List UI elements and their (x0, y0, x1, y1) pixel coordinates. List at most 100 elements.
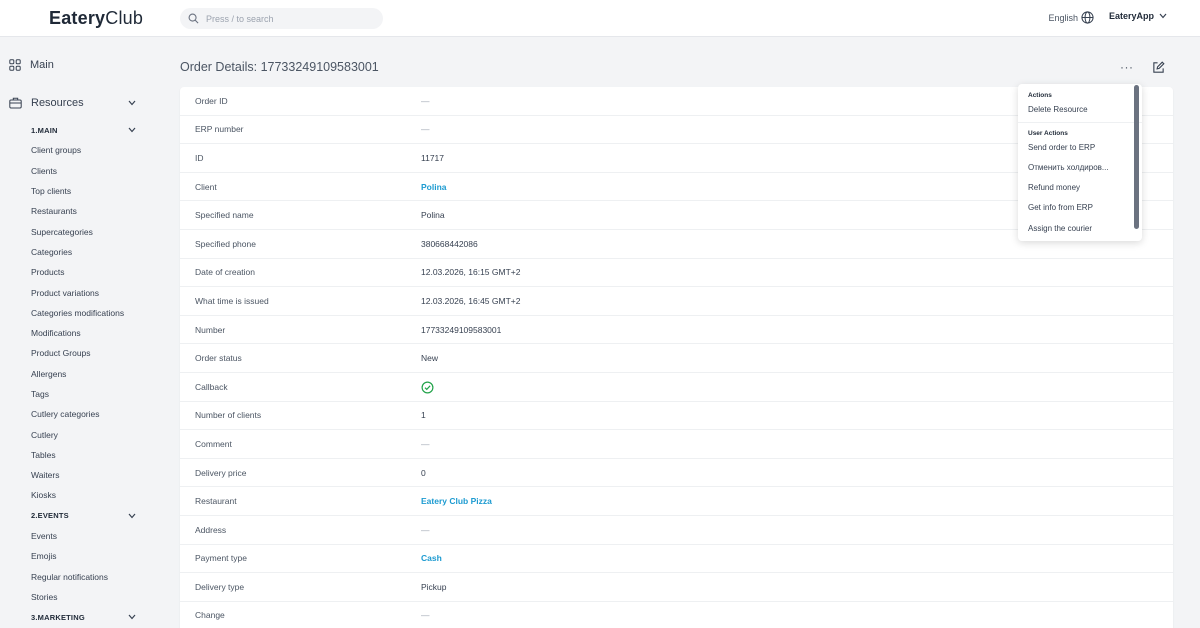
dropdown-menu-item[interactable]: Send order to ERP (1018, 137, 1142, 157)
field-label: Date of creation (195, 267, 256, 278)
logo-bold-text: Eatery (49, 8, 106, 28)
dropdown-menu-item[interactable]: Assign the courier (1018, 218, 1142, 238)
sidebar-item[interactable]: Cutlery (31, 424, 136, 444)
field-label: Specified name (195, 210, 254, 221)
sidebar-item-label: Allergens (31, 368, 67, 379)
sidebar-item-label: Product Groups (31, 348, 91, 359)
language-selector[interactable]: English (1048, 11, 1094, 24)
sidebar-item-resources[interactable]: Resources (9, 97, 136, 109)
chevron-down-icon (128, 100, 136, 106)
sidebar-item-label: Categories modifications (31, 307, 125, 318)
sidebar-item[interactable]: Tables (31, 445, 136, 465)
sidebar-item[interactable]: Cutlery categories (31, 404, 136, 424)
sidebar-item-label: Categories (31, 246, 73, 257)
sidebar-item[interactable]: Tags (31, 384, 136, 404)
briefcase-icon (9, 97, 22, 109)
sidebar-item[interactable]: Categories (31, 242, 136, 262)
field-label: Number of clients (195, 410, 262, 421)
field-label: Change (195, 610, 225, 621)
field-label: Client (195, 181, 217, 192)
field-value: 12.03.2026, 16:45 GMT+2 (421, 295, 521, 306)
detail-row: What time is issued 12.03.2026, 16:45 GMT… (180, 287, 1173, 316)
field-label: Number (195, 324, 226, 335)
dropdown-menu-item[interactable]: Delete Resource (1018, 99, 1142, 119)
detail-row: Number of clients 1 (180, 402, 1173, 431)
sidebar-item-label: Clients (31, 165, 57, 176)
sidebar-main-label: Main (30, 59, 54, 71)
sidebar-item-label: 1.MAIN (31, 125, 58, 135)
sidebar-item[interactable]: Client groups (31, 140, 136, 160)
edit-icon[interactable] (1152, 61, 1165, 74)
sidebar-group-header[interactable]: 3.MARKETING (31, 607, 136, 627)
field-label: Payment type (195, 553, 247, 564)
field-value: — (421, 610, 430, 621)
search-icon (188, 13, 199, 24)
field-value-link[interactable]: Cash (421, 553, 442, 563)
field-label: Delivery type (195, 581, 245, 592)
sidebar-item[interactable]: Regular notifications (31, 567, 136, 587)
sidebar-item-label: Stories (31, 591, 58, 602)
detail-row: Address — (180, 516, 1173, 545)
field-value: — (421, 95, 430, 106)
field-label: Comment (195, 438, 232, 449)
app-menu[interactable]: EateryApp (1109, 11, 1167, 21)
top-header: EateryClub English EateryApp (0, 0, 1200, 37)
page-title: Order Details: 17733249109583001 (180, 60, 379, 74)
app-logo[interactable]: EateryClub (49, 8, 143, 29)
dropdown-scrollbar[interactable] (1134, 85, 1139, 229)
sidebar-item[interactable]: Allergens (31, 364, 136, 384)
sidebar-item[interactable]: Events (31, 526, 136, 546)
sidebar-item[interactable]: Emojis (31, 546, 136, 566)
sidebar-item-main[interactable]: Main (9, 59, 54, 71)
search-box[interactable] (180, 8, 383, 29)
sidebar-group-header[interactable]: 1.MAIN (31, 120, 136, 140)
search-input[interactable] (206, 13, 366, 24)
dropdown-actions-header: Actions (1028, 92, 1052, 99)
sidebar-item-label: 3.MARKETING (31, 612, 85, 622)
field-label: ID (195, 152, 204, 163)
detail-row: Delivery type Pickup (180, 573, 1173, 602)
dropdown-menu-item[interactable]: Refund money (1018, 178, 1142, 198)
more-actions-button[interactable]: ··· (1120, 60, 1134, 74)
field-label: Order ID (195, 95, 228, 106)
grid-icon (9, 59, 21, 71)
detail-row: Comment — (180, 430, 1173, 459)
sidebar-item[interactable]: Kiosks (31, 485, 136, 505)
detail-row: Restaurant Eatery Club Pizza (180, 487, 1173, 516)
field-label: ERP number (195, 124, 244, 135)
field-value: 11717 (421, 152, 445, 163)
field-value: — (421, 524, 430, 535)
sidebar-item[interactable]: Clients (31, 161, 136, 181)
field-value: 0 (421, 467, 426, 478)
field-label: Restaurant (195, 496, 237, 507)
sidebar-item[interactable]: Product variations (31, 282, 136, 302)
detail-row: Delivery price 0 (180, 459, 1173, 488)
sidebar-item[interactable]: Stories (31, 587, 136, 607)
callback-check-icon (421, 379, 434, 394)
field-value-link[interactable]: Eatery Club Pizza (421, 496, 492, 506)
sidebar-item[interactable]: Top clients (31, 181, 136, 201)
field-label: Specified phone (195, 238, 256, 249)
sidebar-item-label: Client groups (31, 145, 82, 156)
sidebar-item-label: Modifications (31, 328, 81, 339)
field-value: Pickup (421, 581, 447, 592)
dropdown-menu-item[interactable]: Отменить холдиров... (1018, 157, 1142, 177)
sidebar-item[interactable]: Categories modifications (31, 303, 136, 323)
sidebar-item-label: Emojis (31, 551, 57, 562)
dropdown-menu-item[interactable]: Get info from ERP (1018, 198, 1142, 218)
sidebar-group-header[interactable]: 2.EVENTS (31, 506, 136, 526)
app-menu-label: EateryApp (1108, 11, 1154, 21)
field-label: Address (195, 524, 227, 535)
sidebar-item[interactable]: Waiters (31, 465, 136, 485)
sidebar-item[interactable]: Products (31, 262, 136, 282)
sidebar-item-label: Products (31, 267, 65, 278)
sidebar-item[interactable]: Restaurants (31, 201, 136, 221)
logo-light-text: Club (105, 8, 144, 28)
sidebar-item[interactable]: Supercategories (31, 221, 136, 241)
field-value-link[interactable]: Polina (421, 182, 447, 192)
sidebar-item-label: Tables (31, 449, 56, 460)
sidebar-item[interactable]: Product Groups (31, 343, 136, 363)
sidebar-item[interactable]: Modifications (31, 323, 136, 343)
chevron-down-icon (128, 614, 136, 620)
dropdown-user-actions-header: User Actions (1028, 130, 1068, 138)
